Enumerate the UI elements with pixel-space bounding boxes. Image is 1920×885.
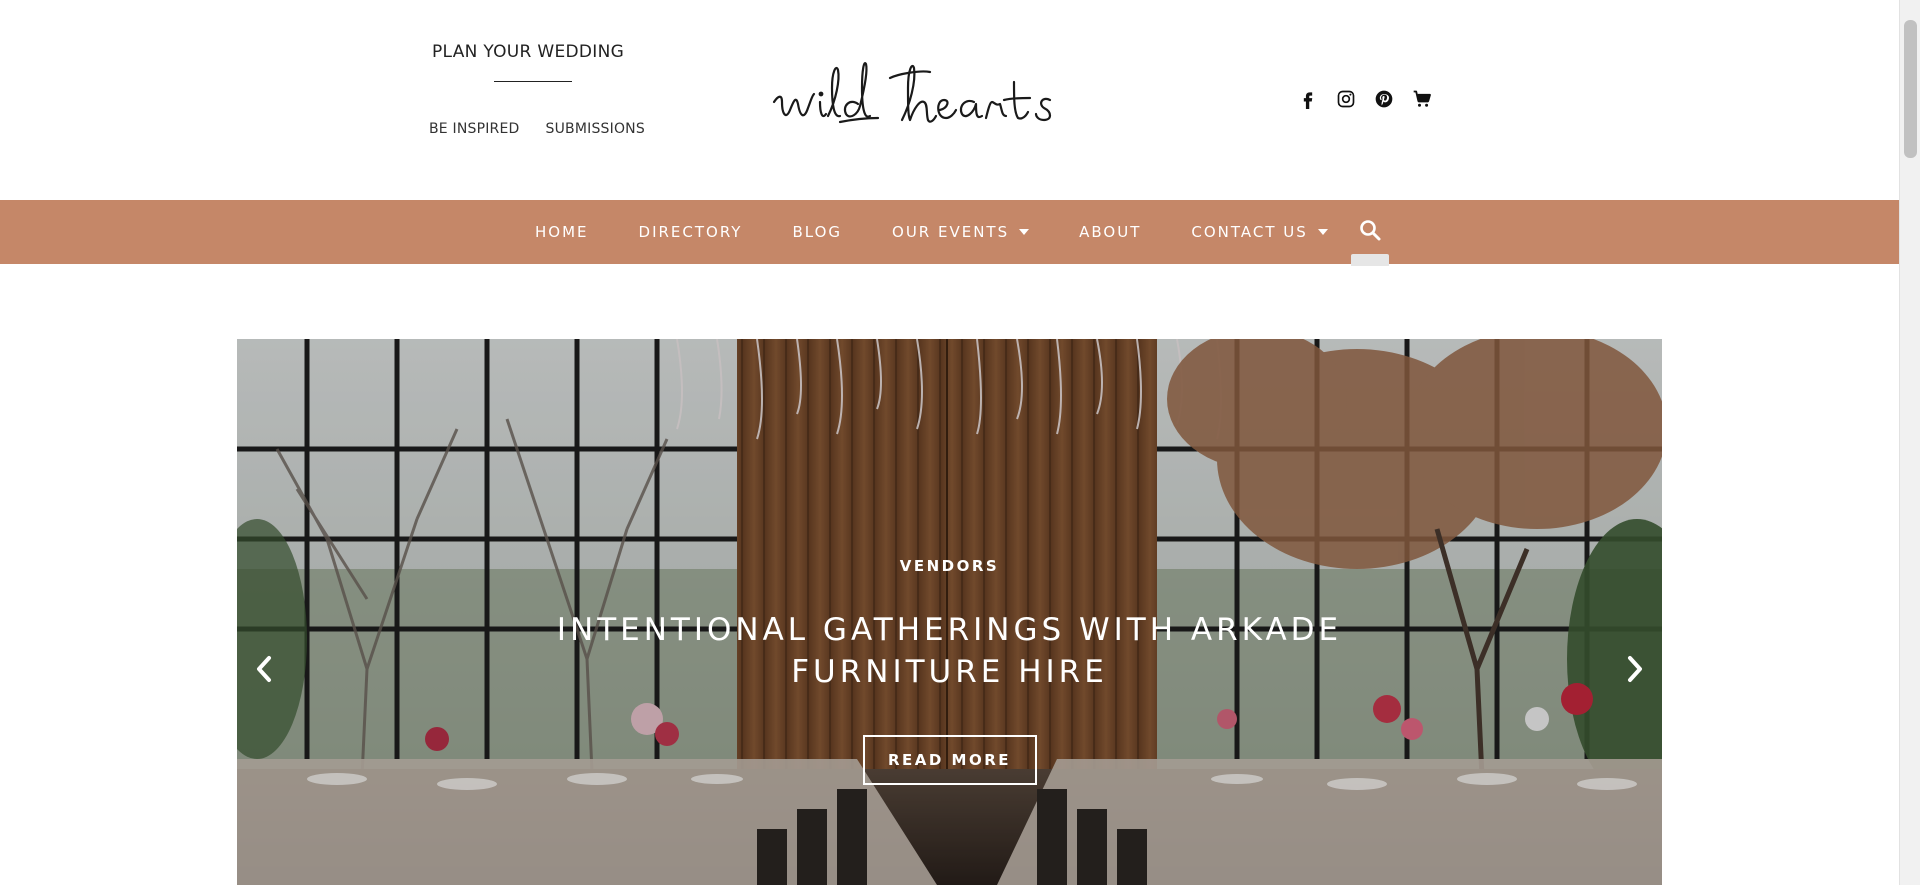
hero-slider: VENDORS INTENTIONAL GATHERINGS WITH ARKA… <box>237 339 1662 885</box>
submissions-link[interactable]: SUBMISSIONS <box>546 121 645 137</box>
scrollbar-thumb[interactable] <box>1904 20 1917 158</box>
caret-down-icon <box>1317 229 1328 235</box>
main-navigation: HOME DIRECTORY BLOG OUR EVENTS ABOUT CON… <box>0 200 1899 264</box>
nav-item-label: HOME <box>535 223 589 241</box>
plan-underline-divider <box>494 81 572 82</box>
hero-category-link[interactable]: VENDORS <box>237 557 1662 575</box>
nav-item-label: CONTACT US <box>1191 223 1308 241</box>
nav-items: HOME DIRECTORY BLOG OUR EVENTS ABOUT CON… <box>535 200 1378 264</box>
search-icon[interactable] <box>1358 218 1384 244</box>
hero-content: VENDORS INTENTIONAL GATHERINGS WITH ARKA… <box>237 557 1662 785</box>
nav-item-label: OUR EVENTS <box>892 223 1010 241</box>
pinterest-icon[interactable] <box>1373 88 1395 110</box>
be-inspired-link[interactable]: BE INSPIRED <box>429 121 520 137</box>
nav-item-blog[interactable]: BLOG <box>792 223 842 241</box>
wild-hearts-logo-script <box>772 62 1052 124</box>
cart-icon[interactable] <box>1411 88 1433 110</box>
facebook-icon[interactable] <box>1297 88 1319 110</box>
nav-item-home[interactable]: HOME <box>535 223 589 241</box>
secondary-links: BE INSPIRED SUBMISSIONS <box>429 121 645 137</box>
page-scrollbar[interactable] <box>1899 0 1920 885</box>
search-dropdown-tab[interactable] <box>1351 254 1389 266</box>
nav-item-directory[interactable]: DIRECTORY <box>639 223 743 241</box>
site-logo[interactable] <box>770 58 1130 138</box>
top-header: PLAN YOUR WEDDING BE INSPIRED SUBMISSION… <box>0 0 1899 200</box>
caret-down-icon <box>1019 229 1030 235</box>
nav-item-label: BLOG <box>792 223 843 241</box>
nav-item-label: DIRECTORY <box>638 223 743 241</box>
read-more-button[interactable]: READ MORE <box>862 735 1037 785</box>
hero-title[interactable]: INTENTIONAL GATHERINGS WITH ARKADE FURNI… <box>540 609 1360 693</box>
plan-your-wedding-link[interactable]: PLAN YOUR WEDDING <box>432 42 624 62</box>
social-links <box>1297 88 1433 110</box>
nav-item-about[interactable]: ABOUT <box>1079 223 1141 241</box>
instagram-icon[interactable] <box>1335 88 1357 110</box>
nav-item-our-events[interactable]: OUR EVENTS <box>892 223 1030 241</box>
nav-item-label: ABOUT <box>1079 223 1142 241</box>
nav-item-contact-us[interactable]: CONTACT US <box>1191 223 1328 241</box>
